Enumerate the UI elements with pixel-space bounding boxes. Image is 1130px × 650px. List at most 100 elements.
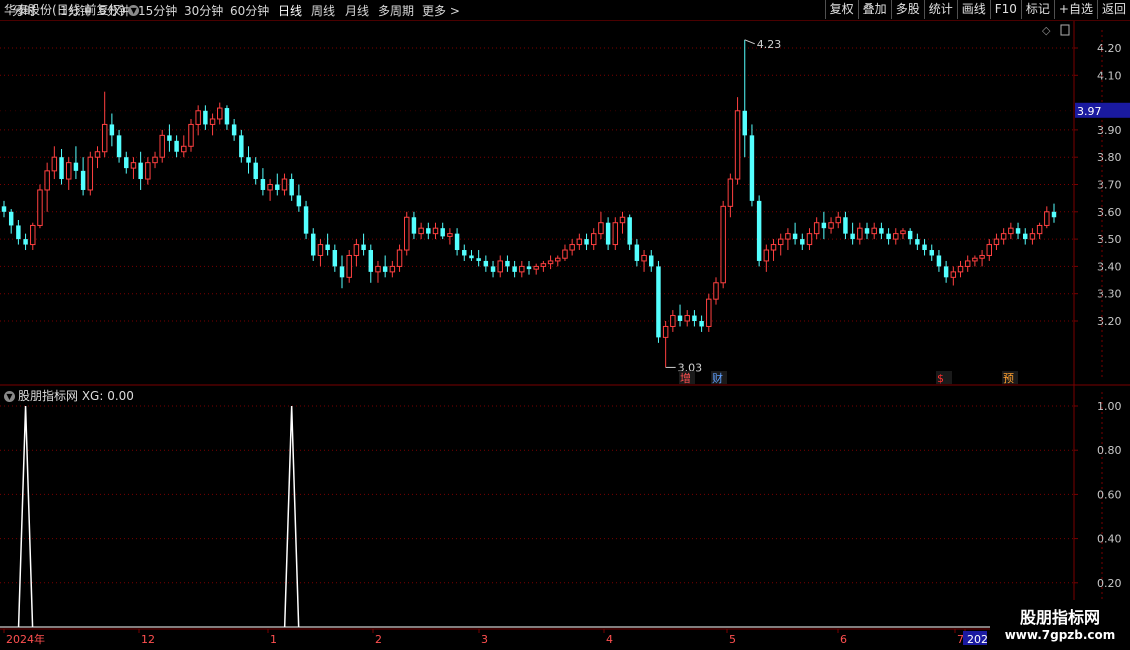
candle-body-down	[677, 315, 683, 321]
candle-body-up	[159, 134, 165, 158]
candle-body-up	[540, 263, 547, 267]
stock-title-text: 华泰股份(日线 前复权)	[4, 3, 126, 17]
kline-chart[interactable]: 4.20 4.10 3.90 3.80 3.70 3.60 3.50 3.40 3.30 3.20…	[0, 0, 1130, 650]
candle-body-down	[246, 157, 251, 163]
price-tick-label: 3.30	[1097, 288, 1122, 301]
candle-body-down	[756, 200, 762, 261]
candle-body-down	[584, 239, 589, 245]
candle-body-up	[547, 260, 554, 265]
candle-body-up	[957, 265, 964, 273]
candle-body-up	[598, 222, 604, 235]
candle-body-down	[426, 228, 431, 234]
candle-body-up	[30, 224, 36, 246]
date-label: 6	[840, 633, 847, 646]
candle-body-down	[231, 124, 237, 136]
candle-body-up	[267, 184, 273, 191]
candle-body-down	[253, 162, 258, 180]
candle-body-down	[454, 233, 460, 251]
candle-body-down	[649, 255, 654, 267]
candle-body-up	[806, 233, 813, 246]
candle-body-up	[1000, 233, 1007, 240]
candle-body-down	[260, 179, 266, 190]
candle-body-up	[785, 233, 791, 240]
candle-body-up	[37, 189, 43, 226]
candle-body-up	[519, 265, 525, 273]
candle-body-up	[713, 282, 719, 300]
indicator-tick-label: 0.40	[1097, 533, 1122, 546]
candle-body-up	[684, 315, 690, 322]
date-label: 7	[957, 633, 964, 646]
event-marker: $	[937, 372, 944, 385]
diamond-icon[interactable]: ◇	[1042, 24, 1051, 37]
candle-body-down	[505, 260, 510, 267]
candle-body-down	[167, 135, 172, 141]
indicator-tick-label: 0.80	[1097, 444, 1122, 457]
price-tick-label: 3.20	[1097, 315, 1122, 328]
candle-body-up	[101, 123, 108, 153]
date-label: 3	[481, 633, 488, 646]
candle-body-up	[145, 162, 151, 180]
candle-body-down	[483, 260, 489, 267]
candle-body-down	[332, 250, 338, 267]
date-label: 202	[967, 633, 988, 646]
candle-body-down	[203, 110, 208, 125]
candle-body-down	[382, 266, 388, 272]
candle-body-up	[1044, 211, 1050, 226]
candle-body-up	[555, 257, 561, 262]
candle-body-down	[1, 206, 7, 212]
stock-title[interactable]: 华泰股份(日线 前复权) ▼	[4, 1, 140, 18]
candle-body-up	[396, 249, 403, 267]
candle-body-down	[943, 266, 949, 278]
price-tick-label: 3.90	[1097, 124, 1122, 137]
price-tick-label: 3.50	[1097, 233, 1122, 246]
indicator-title-text: 股朋指标网 XG: 0.00	[18, 389, 134, 403]
candle-body-down	[490, 266, 496, 272]
candle-body-up	[217, 107, 223, 120]
candle-body-up	[195, 110, 201, 125]
candle-body-up	[188, 123, 194, 147]
site-watermark: 股朋指标网 www.7gpzb.com	[990, 600, 1130, 650]
candle-body-up	[562, 249, 568, 259]
candle-body-up	[130, 162, 137, 169]
candle-body-up	[317, 244, 324, 256]
indicator-title[interactable]: ▼ 股朋指标网 XG: 0.00	[4, 387, 134, 404]
price-tick-label: 4.10	[1097, 69, 1122, 82]
candle-body-up	[813, 222, 820, 235]
candle-body-up	[835, 216, 841, 224]
candle-body-down	[296, 195, 302, 207]
candle-body-up	[857, 227, 863, 240]
chevron-down-icon[interactable]: ▼	[4, 391, 15, 402]
candle-body-down	[864, 228, 870, 234]
candle-body-up	[51, 156, 58, 172]
candle-body-down	[311, 233, 316, 256]
candle-body-up	[44, 170, 50, 191]
candle-body-down	[289, 179, 294, 196]
candle-body-up	[706, 298, 712, 327]
chevron-down-icon[interactable]: ▼	[128, 5, 140, 16]
watermark-line1: 股朋指标网	[1019, 608, 1100, 627]
candle-body-down	[239, 135, 244, 158]
price-tick-label: 4.20	[1097, 42, 1122, 55]
candle-body-up	[993, 238, 1000, 246]
candle-body-up	[964, 260, 971, 267]
candle-body-up	[209, 118, 216, 125]
candle-body-down	[8, 211, 14, 226]
candle-body-up	[763, 249, 770, 262]
candle-body-up	[662, 325, 669, 338]
candle-body-down	[80, 170, 86, 190]
candle-body-down	[915, 239, 920, 245]
high-price-label: 4.23	[757, 38, 782, 51]
candle-body-down	[411, 217, 417, 234]
current-price-label: 3.97	[1077, 105, 1102, 118]
candle-body-down	[749, 135, 755, 201]
candle-body-up	[533, 265, 539, 270]
candle-body-up	[720, 205, 726, 284]
candle-body-down	[325, 244, 330, 251]
date-label: 12	[141, 633, 155, 646]
date-label: 4	[606, 633, 613, 646]
date-label: 2	[375, 633, 382, 646]
candle-body-up	[770, 244, 777, 251]
candle-body-down	[73, 162, 79, 171]
indicator-tick-label: 1.00	[1097, 400, 1122, 413]
price-tick-label: 3.80	[1097, 151, 1122, 164]
